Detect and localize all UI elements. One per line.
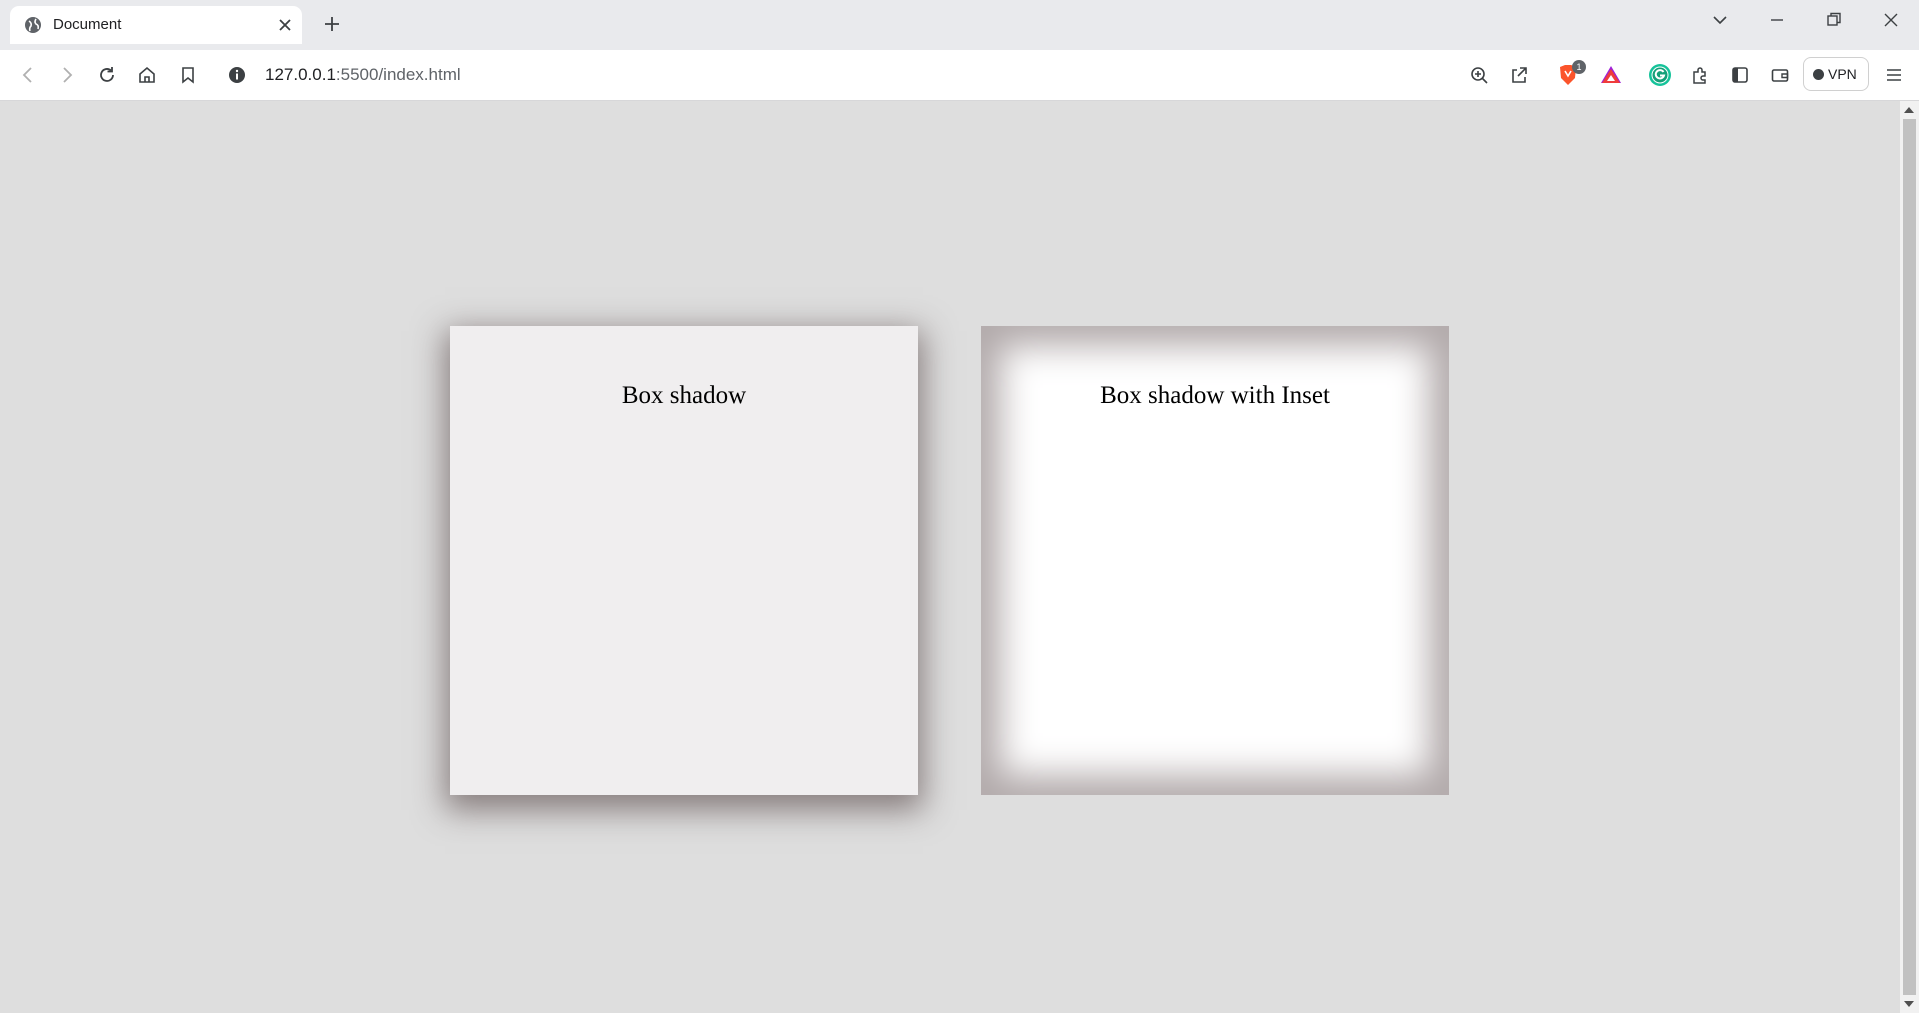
address-bar[interactable]: 127.0.0.1:5500/index.html: [215, 56, 1630, 94]
reload-icon[interactable]: [97, 65, 117, 85]
box-inset-label: Box shadow with Inset: [1100, 382, 1330, 409]
restore-icon[interactable]: [1824, 10, 1844, 30]
url-path: :5500/index.html: [335, 65, 461, 84]
url-host: 127.0.0.1: [265, 65, 336, 84]
wallet-icon[interactable]: [1770, 65, 1790, 85]
tab-search-icon[interactable]: [1710, 10, 1730, 30]
home-icon[interactable]: [137, 65, 157, 85]
box-shadow-label: Box shadow: [621, 382, 747, 409]
new-tab-icon[interactable]: [322, 14, 342, 34]
vpn-button[interactable]: VPN: [1803, 57, 1869, 91]
grammarly-icon[interactable]: [1648, 63, 1672, 87]
sidebar-icon[interactable]: [1730, 65, 1750, 85]
vertical-scrollbar[interactable]: [1900, 101, 1919, 1013]
scrollbar-thumb[interactable]: [1903, 119, 1916, 995]
globe-icon: [25, 17, 41, 33]
scroll-up-icon[interactable]: [1904, 107, 1914, 113]
zoom-icon[interactable]: [1469, 65, 1489, 85]
scroll-down-icon[interactable]: [1904, 1001, 1914, 1007]
box-inset-card: Box shadow with Inset: [981, 326, 1449, 795]
tab-document[interactable]: Document: [10, 6, 302, 44]
vpn-status-icon: [1813, 69, 1824, 80]
tab-title: Document: [53, 16, 122, 33]
share-icon[interactable]: [1509, 65, 1529, 85]
box-shadow-card: Box shadow: [450, 326, 918, 795]
close-tab-icon[interactable]: [276, 16, 294, 34]
page-viewport: Box shadow Box shadow with Inset: [0, 101, 1900, 1013]
minimize-icon[interactable]: [1767, 10, 1787, 30]
brave-badge: 1: [1572, 60, 1586, 74]
browser-toolbar: 127.0.0.1:5500/index.html 1 VPN: [0, 50, 1919, 101]
vpn-label: VPN: [1828, 66, 1857, 82]
site-info-icon[interactable]: [227, 65, 247, 85]
tab-strip: Document: [0, 0, 1919, 50]
extensions-icon[interactable]: [1690, 65, 1710, 85]
menu-icon[interactable]: [1884, 65, 1904, 85]
back-icon[interactable]: [18, 65, 38, 85]
bookmark-icon[interactable]: [178, 65, 198, 85]
url-text[interactable]: 127.0.0.1:5500/index.html: [265, 65, 461, 85]
close-window-icon[interactable]: [1881, 10, 1901, 30]
forward-icon[interactable]: [57, 65, 77, 85]
brave-rewards-icon[interactable]: [1600, 64, 1622, 86]
